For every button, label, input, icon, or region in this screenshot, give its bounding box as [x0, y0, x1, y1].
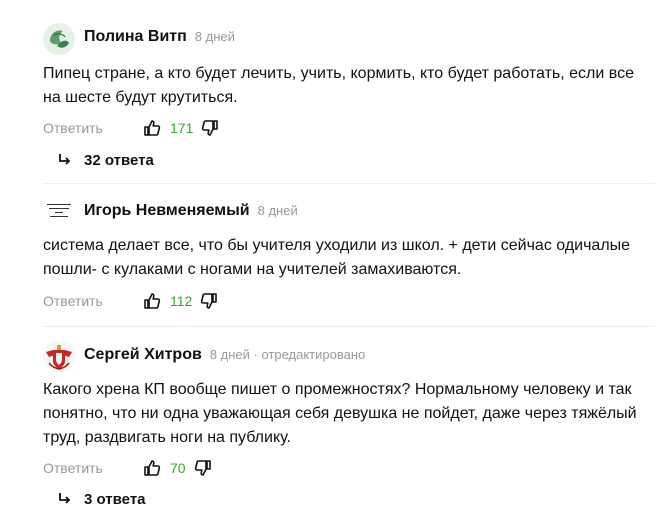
reply-button[interactable]: Ответить: [43, 120, 143, 136]
avatar[interactable]: [43, 197, 75, 229]
comment-time: 8 дней: [257, 203, 298, 218]
thumbs-down-icon[interactable]: [201, 119, 219, 137]
show-replies-button[interactable]: 3 ответа: [58, 489, 146, 509]
reply-button[interactable]: Ответить: [43, 460, 143, 476]
comment-text: Пипец стране, а кто будет лечить, учить,…: [43, 65, 634, 106]
comment-time: 8 дней: [194, 29, 235, 44]
reply-button[interactable]: Ответить: [43, 293, 143, 309]
thumbs-up-icon[interactable]: [143, 459, 161, 477]
coat-of-arms-avatar-icon: [43, 341, 75, 373]
leaf-avatar-icon: [43, 23, 75, 55]
author-name[interactable]: Сергей Хитров: [84, 346, 202, 364]
replies-count[interactable]: 3 ответа: [84, 491, 146, 508]
comment-time: 8 дней · отредактировано: [209, 347, 366, 362]
comment-text: система делает все, что бы учителя уходи…: [43, 237, 631, 278]
show-replies-button[interactable]: 32 ответа: [58, 150, 154, 170]
thumbs-down-icon[interactable]: [194, 459, 212, 477]
thumbs-up-icon[interactable]: [143, 119, 161, 137]
author-name[interactable]: Игорь Невменяемый: [84, 202, 250, 220]
reply-arrow-icon: [58, 153, 72, 167]
reply-arrow-icon: [58, 492, 72, 506]
avatar[interactable]: [43, 341, 75, 373]
thumbs-up-icon[interactable]: [143, 292, 161, 310]
avatar[interactable]: [43, 23, 75, 55]
like-count: 70: [170, 460, 186, 476]
like-count: 112: [170, 293, 193, 309]
replies-count[interactable]: 32 ответа: [84, 152, 154, 169]
like-count: 171: [170, 120, 194, 136]
avatar-disabled-image: [43, 197, 75, 229]
comment-text: Какого хрена КП вообще пишет о промежнос…: [43, 381, 637, 446]
divider: [43, 183, 655, 184]
author-name[interactable]: Полина Витп: [84, 28, 187, 46]
thumbs-down-icon[interactable]: [200, 292, 218, 310]
divider: [43, 326, 655, 327]
